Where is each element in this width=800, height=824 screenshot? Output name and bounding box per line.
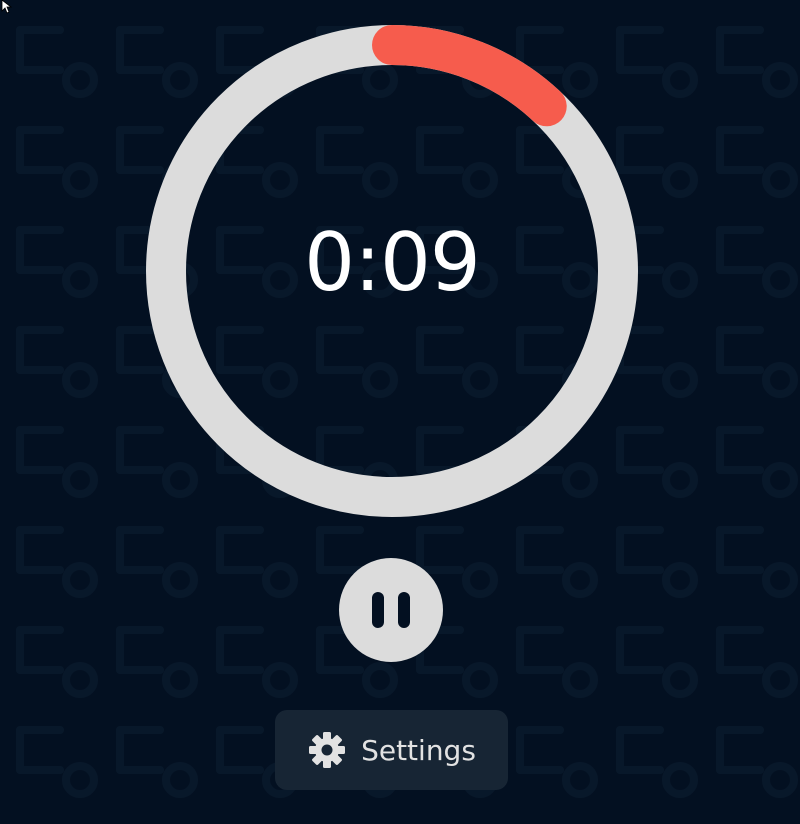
timer-countdown: 0:09 <box>304 216 481 309</box>
pause-button[interactable] <box>339 558 443 662</box>
gear-icon <box>309 732 346 768</box>
timer-app: 0:09 Settings <box>0 0 800 824</box>
settings-button[interactable]: Settings <box>275 710 508 790</box>
pause-icon-bar-right <box>398 592 410 628</box>
pause-icon-bar-left <box>372 592 384 628</box>
timer-ring-progress <box>372 25 567 127</box>
mouse-cursor-icon <box>1 0 13 14</box>
settings-label: Settings <box>361 733 476 767</box>
pause-icon <box>372 592 410 628</box>
